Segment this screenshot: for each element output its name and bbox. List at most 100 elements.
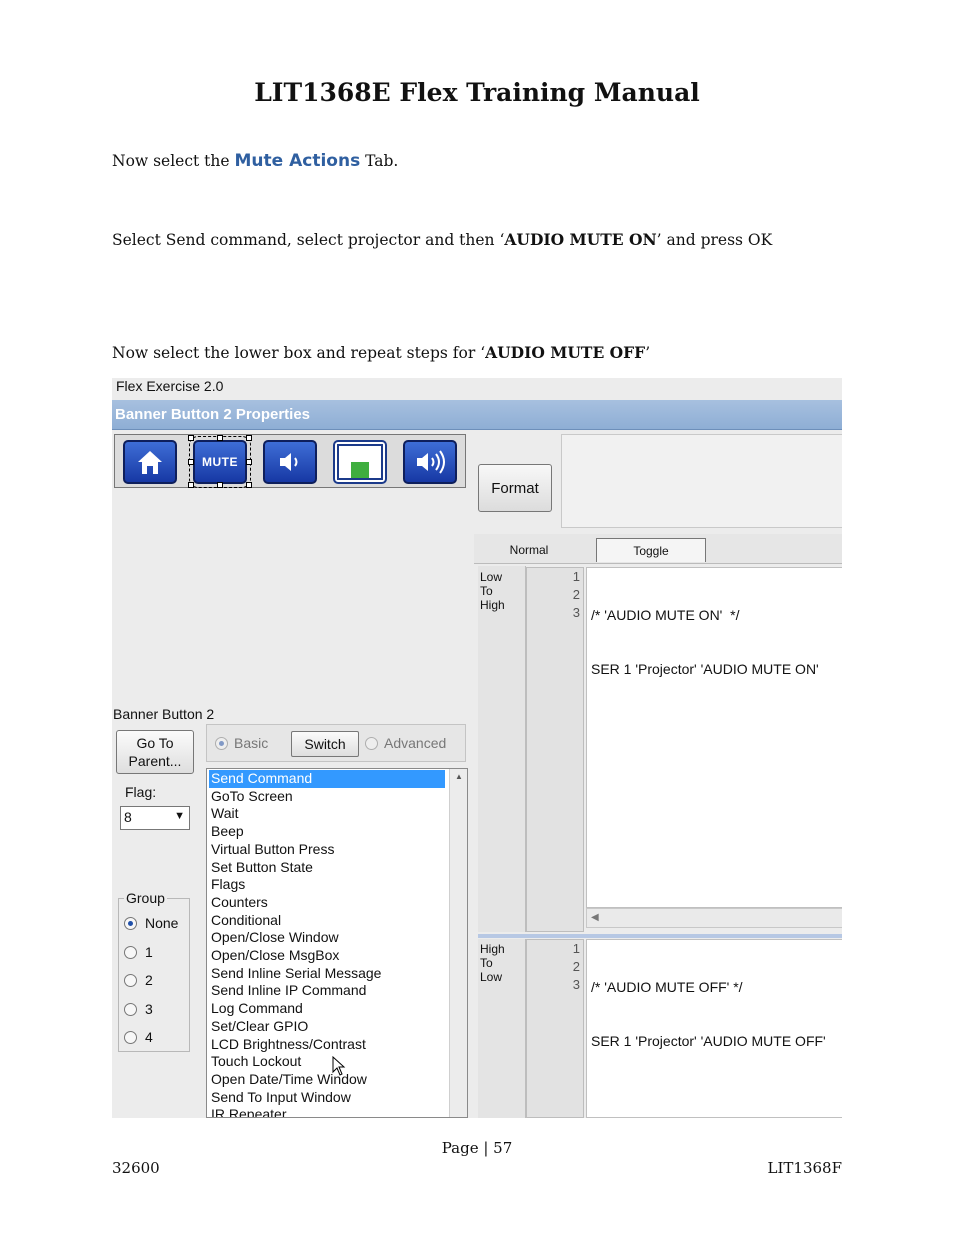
selection-handle[interactable] [217, 482, 223, 488]
line-number: 1 [572, 569, 580, 584]
action-item[interactable]: Wait [209, 805, 445, 823]
code-line: SER 1 'Projector' 'AUDIO MUTE ON' [591, 661, 819, 677]
action-item[interactable]: Flags [209, 876, 445, 894]
radio-icon[interactable] [365, 736, 378, 750]
instruction-mute-actions: Now select the Mute Actions Tab. [112, 151, 398, 171]
action-list-scrollbar[interactable]: ▲ [449, 769, 467, 1117]
level-bar-tile[interactable] [333, 440, 387, 484]
selection-handle[interactable] [188, 435, 194, 441]
selection-handle[interactable] [246, 459, 252, 465]
selection-handle[interactable] [217, 435, 223, 441]
scroll-left-icon[interactable]: ◀ [591, 912, 599, 923]
p3-bold: AUDIO MUTE OFF [485, 343, 646, 362]
group-radio-2[interactable]: 2 [124, 972, 153, 988]
footer-right-code: LIT1368F [767, 1159, 842, 1177]
condition-word: High [480, 598, 505, 612]
radio-icon[interactable] [124, 973, 137, 987]
radio-icon[interactable] [124, 1002, 137, 1016]
action-item[interactable]: Touch Lockout [209, 1053, 445, 1071]
properties-banner: Banner Button 2 Properties [112, 400, 842, 430]
radio-icon[interactable] [124, 1030, 137, 1044]
action-item[interactable]: Counters [209, 894, 445, 912]
go-to-parent-line1: Go To [136, 735, 174, 751]
radio-label: None [145, 915, 179, 931]
lower-condition-label: High To Low [480, 942, 505, 984]
document-title: LIT1368E Flex Training Manual [254, 78, 700, 107]
state-tabs: Normal Toggle [474, 534, 842, 564]
action-item[interactable]: Send Inline IP Command [209, 982, 445, 1000]
action-item[interactable]: Open/Close Window [209, 929, 445, 947]
tab-toggle[interactable]: Toggle [596, 538, 706, 562]
speaker-low-icon [280, 453, 298, 471]
code-line: /* 'AUDIO MUTE ON' */ [591, 607, 740, 623]
page-number: Page | 57 [441, 1139, 513, 1157]
action-item[interactable]: Set/Clear GPIO [209, 1018, 445, 1036]
instruction-audio-mute-off: Now select the lower box and repeat step… [112, 343, 650, 362]
p2-bold: AUDIO MUTE ON [504, 230, 657, 249]
action-item[interactable]: LCD Brightness/Contrast [209, 1036, 445, 1054]
lower-line-numbers: 1 2 3 [526, 939, 584, 1118]
radio-label: 3 [145, 1001, 153, 1017]
mode-selector: Basic Switch Advanced [206, 724, 466, 762]
action-item[interactable]: Virtual Button Press [209, 841, 445, 859]
radio-selected-icon[interactable] [124, 916, 137, 930]
condition-word: High [480, 942, 505, 956]
group-radio-3[interactable]: 3 [124, 1001, 153, 1017]
go-to-parent-button[interactable]: Go To Parent... [116, 730, 194, 774]
format-preview-box [561, 434, 842, 528]
code-line: /* 'AUDIO MUTE OFF' */ [591, 979, 743, 995]
line-number: 3 [572, 605, 580, 620]
selection-handle[interactable] [188, 459, 194, 465]
tab-normal[interactable]: Normal [474, 538, 584, 562]
embedded-screenshot: Flex Exercise 2.0 Banner Button 2 Proper… [112, 378, 842, 1118]
group-radio-4[interactable]: 4 [124, 1029, 153, 1045]
action-item[interactable]: IR Repeater [209, 1106, 445, 1117]
home-button-tile[interactable] [123, 440, 177, 484]
mode-basic[interactable]: Basic [215, 735, 268, 751]
action-item[interactable]: Set Button State [209, 859, 445, 877]
radio-icon[interactable] [124, 945, 137, 959]
lower-code-editor[interactable]: /* 'AUDIO MUTE OFF' */ SER 1 'Projector'… [586, 939, 842, 1118]
action-item[interactable]: Beep [209, 823, 445, 841]
format-button[interactable]: Format [478, 464, 552, 512]
p3-text-after: ’ [645, 344, 651, 362]
action-item[interactable]: Conditional [209, 912, 445, 930]
group-radio-1[interactable]: 1 [124, 944, 153, 960]
radio-label: 1 [145, 944, 153, 960]
selection-handle[interactable] [246, 435, 252, 441]
editor-splitter[interactable] [478, 934, 842, 938]
mute-button-tile[interactable]: MUTE [189, 436, 251, 488]
upper-horizontal-scrollbar[interactable]: ◀ [586, 908, 842, 928]
speaker-high-icon [417, 450, 445, 474]
selection-handle[interactable] [188, 482, 194, 488]
p1-text-after: Tab. [360, 152, 399, 170]
action-item[interactable]: Open Date/Time Window [209, 1071, 445, 1089]
radio-label: 2 [145, 972, 153, 988]
volume-down-button-tile[interactable] [263, 440, 317, 484]
instruction-audio-mute-on: Select Send command, select projector an… [112, 230, 772, 249]
switch-mode-button[interactable]: Switch [291, 731, 359, 757]
action-item[interactable]: Send Command [209, 770, 445, 788]
mode-advanced[interactable]: Advanced [365, 735, 446, 751]
selection-handle[interactable] [246, 482, 252, 488]
button-name-label: Banner Button 2 [113, 706, 215, 722]
action-item[interactable]: Log Command [209, 1000, 445, 1018]
action-item[interactable]: Open/Close MsgBox [209, 947, 445, 965]
footer-left-code: 32600 [112, 1159, 160, 1177]
radio-selected-icon[interactable] [215, 736, 228, 750]
button-preview-strip: MUTE [114, 434, 466, 488]
group-radio-none[interactable]: None [124, 915, 178, 931]
home-icon [138, 451, 162, 474]
radio-label: 4 [145, 1029, 153, 1045]
mouse-cursor-icon [332, 1056, 346, 1076]
action-item[interactable]: Send To Input Window [209, 1089, 445, 1107]
scroll-up-icon[interactable]: ▲ [455, 772, 463, 781]
line-number: 2 [572, 587, 580, 602]
action-item[interactable]: GoTo Screen [209, 788, 445, 806]
volume-up-button-tile[interactable] [403, 440, 457, 484]
mode-advanced-label: Advanced [384, 735, 447, 751]
line-number: 1 [572, 941, 580, 956]
upper-code-editor[interactable]: /* 'AUDIO MUTE ON' */ SER 1 'Projector' … [586, 567, 842, 908]
flag-select[interactable]: 8 ▼ [120, 806, 190, 830]
action-item[interactable]: Send Inline Serial Message [209, 965, 445, 983]
